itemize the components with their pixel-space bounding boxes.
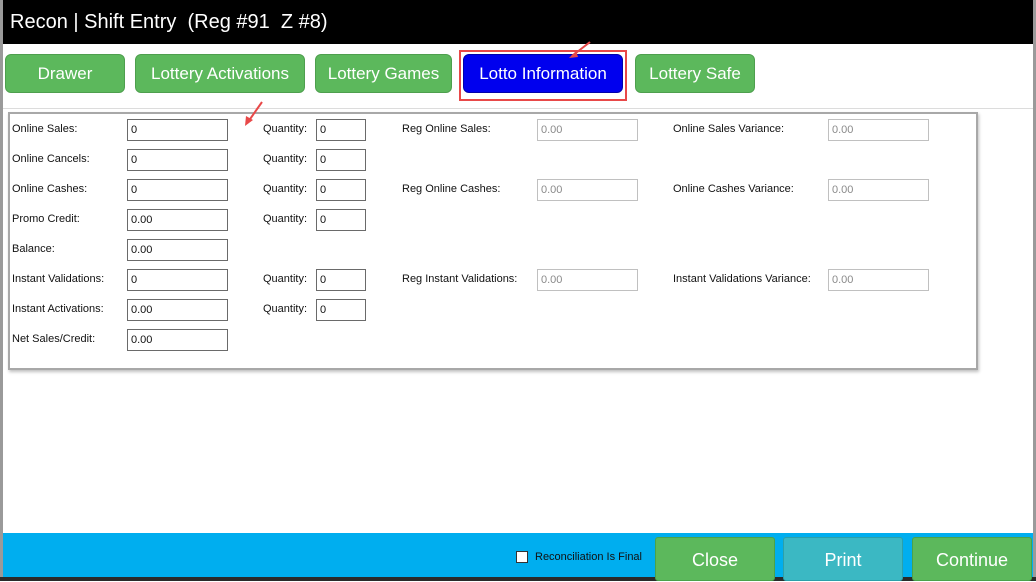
online-cashes-quantity-input[interactable] <box>316 179 366 201</box>
online-cashes-variance-label: Online Cashes Variance: <box>673 183 794 195</box>
reg-online-sales-label: Reg Online Sales: <box>402 123 491 135</box>
promo-credit-quantity-input[interactable] <box>316 209 366 231</box>
tab-lottery-activations[interactable]: Lottery Activations <box>135 54 305 93</box>
reg-online-cashes-label: Reg Online Cashes: <box>402 183 501 195</box>
instant-activations-input[interactable] <box>127 299 228 321</box>
promo-credit-input[interactable] <box>127 209 228 231</box>
quantity-label: Quantity: <box>263 153 308 165</box>
reg-online-cashes-input <box>537 179 638 201</box>
continue-button[interactable]: Continue <box>912 537 1032 581</box>
reg-instant-validations-label: Reg Instant Validations: <box>402 273 518 285</box>
online-cancels-quantity-input[interactable] <box>316 149 366 171</box>
window-title: Recon | Shift Entry (Reg #91 Z #8) <box>3 0 1033 44</box>
tab-drawer[interactable]: Drawer <box>5 54 125 93</box>
net-sales-credit-label: Net Sales/Credit: <box>12 333 96 345</box>
quantity-label: Quantity: <box>263 183 308 195</box>
close-button[interactable]: Close <box>655 537 775 581</box>
online-cancels-input[interactable] <box>127 149 228 171</box>
instant-validations-label: Instant Validations: <box>12 273 105 285</box>
reg-instant-validations-input <box>537 269 638 291</box>
instant-validations-input[interactable] <box>127 269 228 291</box>
instant-validations-quantity-input[interactable] <box>316 269 366 291</box>
online-cashes-input[interactable] <box>127 179 228 201</box>
instant-activations-label: Instant Activations: <box>12 303 104 315</box>
tab-lottery-safe[interactable]: Lottery Safe <box>635 54 755 93</box>
online-sales-variance-input <box>828 119 929 141</box>
balance-label: Balance: <box>12 243 55 255</box>
active-tab-highlight <box>459 50 627 101</box>
reconciliation-final-checkbox[interactable] <box>516 551 528 563</box>
quantity-label: Quantity: <box>263 123 308 135</box>
annotation-arrow-icon <box>569 41 591 58</box>
online-cancels-label: Online Cancels: <box>12 153 90 165</box>
instant-activations-quantity-input[interactable] <box>316 299 366 321</box>
reg-online-sales-input <box>537 119 638 141</box>
online-sales-quantity-input[interactable] <box>316 119 366 141</box>
net-sales-credit-input[interactable] <box>127 329 228 351</box>
quantity-label: Quantity: <box>263 303 308 315</box>
reconciliation-final-label: Reconciliation Is Final <box>535 551 642 563</box>
online-cashes-variance-input <box>828 179 929 201</box>
tab-lottery-games[interactable]: Lottery Games <box>315 54 452 93</box>
online-sales-variance-label: Online Sales Variance: <box>673 123 785 135</box>
balance-input[interactable] <box>127 239 228 261</box>
instant-validations-variance-label: Instant Validations Variance: <box>673 273 811 285</box>
promo-credit-label: Promo Credit: <box>12 213 80 225</box>
instant-validations-variance-input <box>828 269 929 291</box>
online-sales-input[interactable] <box>127 119 228 141</box>
quantity-label: Quantity: <box>263 273 308 285</box>
online-sales-label: Online Sales: <box>12 123 78 135</box>
online-cashes-label: Online Cashes: <box>12 183 88 195</box>
quantity-label: Quantity: <box>263 213 308 225</box>
print-button[interactable]: Print <box>783 537 903 581</box>
tab-divider <box>3 108 1033 109</box>
